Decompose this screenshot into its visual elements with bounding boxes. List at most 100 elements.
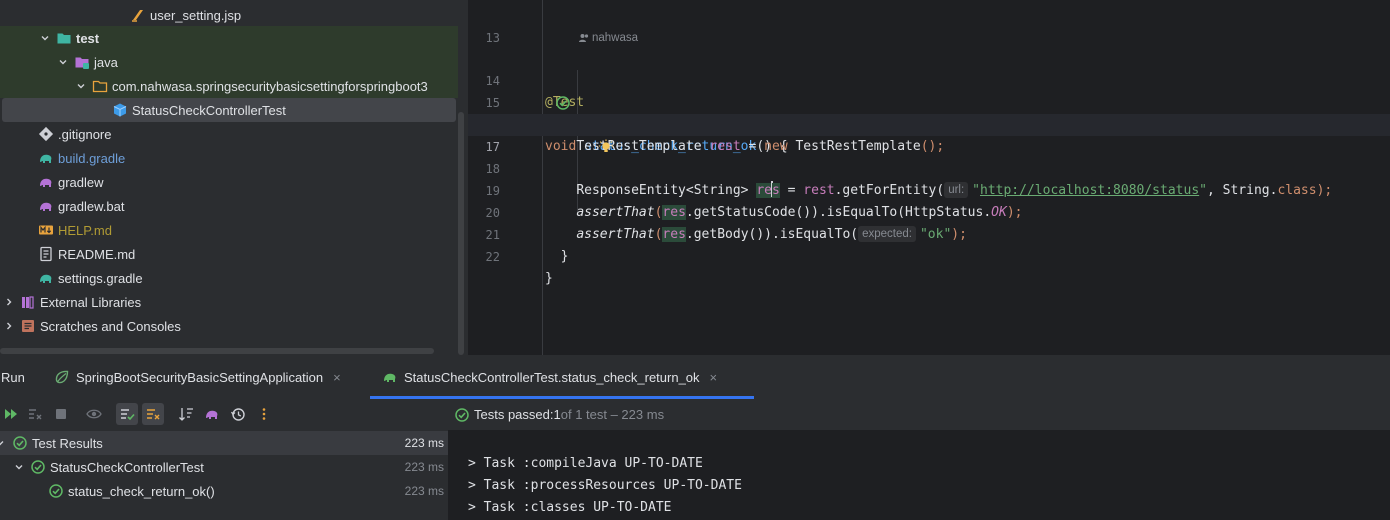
chevron-down-icon[interactable] [38,33,52,43]
horizontal-scrollbar[interactable] [0,348,434,354]
rerun-button[interactable] [0,403,22,425]
stop-button[interactable] [50,403,72,425]
tree-item-gradlew[interactable]: gradlew [0,170,458,194]
rerun-failed-icon [29,409,42,420]
tree-item-user-setting-jsp[interactable]: user_setting.jsp [0,3,458,27]
test-duration: 223 ms [404,484,444,498]
tab-spring-boot-application[interactable]: SpringBootSecurityBasicSettingApplicatio… [54,355,341,399]
tree-item-help-md[interactable]: HELP.md [0,218,458,242]
sort-button[interactable] [175,403,197,425]
test-results-label: Test Results [32,435,103,451]
show-passed-toggle[interactable] [116,403,138,425]
code-line-17[interactable]: 17 ResponseEntity<String> res = rest.get… [468,114,1390,198]
tree-item-gitignore[interactable]: .gitignore [0,122,458,146]
test-class-icon [112,102,128,118]
show-passed-button[interactable] [83,403,105,425]
close-icon[interactable]: × [710,370,718,385]
list-check-icon [121,409,135,421]
code-line-13[interactable]: 13 [468,5,1390,45]
tree-item-gradlew-bat[interactable]: gradlew.bat [0,194,458,218]
rerun-icon [5,409,17,419]
stop-icon [56,409,66,419]
run-console[interactable]: > Task :compileJava UP-TO-DATE > Task :p… [448,430,1390,520]
jsp-file-icon [130,7,146,23]
tree-item-label: External Libraries [40,294,142,310]
show-ignored-toggle[interactable] [142,403,164,425]
author-name: nahwasa [592,32,639,44]
markdown-icon [38,222,54,238]
run-tool-window-header: Run SpringBootSecurityBasicSettingApplic… [0,355,1390,399]
chevron-right-icon[interactable] [2,321,16,331]
code-line-22[interactable]: 22 } [468,224,1390,286]
tree-item-settings-gradle[interactable]: settings.gradle [0,266,458,290]
tab-label: SpringBootSecurityBasicSettingApplicatio… [76,369,324,385]
run-test-passed-icon[interactable] [508,73,570,110]
test-duration: 223 ms [404,460,444,474]
tree-item-label: README.md [58,246,136,262]
code-line-19[interactable]: 19 assertThat(res.getStatusCode()).isEqu… [468,158,1390,220]
readme-icon [38,246,54,262]
author-inlay[interactable]: nahwasa [578,28,638,48]
history-icon [230,408,245,421]
chevron-right-icon[interactable] [2,297,16,307]
tree-item-java[interactable]: java [0,50,458,74]
line-number: 13 [485,31,500,45]
tree-item-test[interactable]: test [0,26,458,50]
tree-item-label: gradlew [58,174,104,190]
test-method-node[interactable]: status_check_return_ok() 223 ms [0,479,448,503]
test-results-root[interactable]: Test Results 223 ms [0,431,448,455]
more-options-button[interactable] [253,403,275,425]
tree-item-package[interactable]: com.nahwasa.springsecuritybasicsettingfo… [0,74,458,98]
code-line-18[interactable]: 18 [468,136,1390,176]
check-circle-icon [48,483,64,499]
rerun-failed-button[interactable] [24,403,46,425]
check-circle-icon [454,407,470,423]
close-icon[interactable]: × [333,370,341,385]
console-line: > Task :processResources UP-TO-DATE [468,478,742,493]
vertical-scrollbar[interactable] [458,112,464,355]
console-line: > Task :classes UP-TO-DATE [468,500,672,515]
code-line-16[interactable]: 16 TestRestTemplate rest = new TestRestT… [468,92,1390,154]
users-icon [579,34,589,42]
tab-label: StatusCheckControllerTest.status_check_r… [404,369,700,385]
chevron-down-icon[interactable] [74,81,88,91]
console-line: > Task :compileJava UP-TO-DATE [468,456,703,471]
code-line-14[interactable]: 14 @Test [468,48,1390,110]
tree-item-label: user_setting.jsp [150,7,242,23]
tree-item-label: settings.gradle [58,270,143,286]
spring-boot-icon [54,369,70,385]
gradle-elephant-icon [206,410,218,419]
test-results-tree: Test Results 223 ms StatusCheckControlle… [0,430,448,520]
lightbulb-icon[interactable] [551,117,614,152]
chevron-down-icon[interactable] [56,57,70,67]
run-toolbar [0,399,448,430]
tree-item-scratches[interactable]: Scratches and Consoles [0,314,458,338]
code-line-21[interactable]: 21 } [468,202,1390,264]
tree-item-label: HELP.md [58,222,112,238]
code-line-15[interactable]: 15 void status_check_return_ok() { [468,70,1390,154]
test-class-label: StatusCheckControllerTest [50,459,204,475]
test-source-root-icon [74,54,90,70]
test-class-node[interactable]: StatusCheckControllerTest 223 ms [0,455,448,479]
package-folder-icon [92,78,108,94]
sort-icon [179,408,193,421]
gitignore-icon [38,126,54,142]
chevron-down-icon[interactable] [0,438,6,448]
tests-status-prefix: Tests passed: [474,407,554,422]
code-line-20[interactable]: 20 assertThat(res.getBody()).isEqualTo(e… [468,180,1390,242]
list-ignored-icon [147,409,160,420]
gradle-elephant-icon [38,150,54,166]
tree-item-build-gradle[interactable]: build.gradle [0,146,458,170]
check-circle-icon [12,435,28,451]
tree-item-readme-md[interactable]: README.md [0,242,458,266]
import-tests-button[interactable] [201,403,223,425]
tree-item-external-libraries[interactable]: External Libraries [0,290,458,314]
test-history-button[interactable] [227,403,249,425]
tree-item-status-check-controller-test[interactable]: StatusCheckControllerTest [2,98,456,122]
code-editor[interactable]: 13 nahwasa 14 @Test 15 void status_check… [468,0,1390,355]
chevron-down-icon[interactable] [12,462,26,472]
tree-item-label: StatusCheckControllerTest [132,102,286,118]
test-duration: 223 ms [404,436,444,450]
gradle-elephant-icon [38,270,54,286]
tab-status-check-test[interactable]: StatusCheckControllerTest.status_check_r… [382,355,717,399]
